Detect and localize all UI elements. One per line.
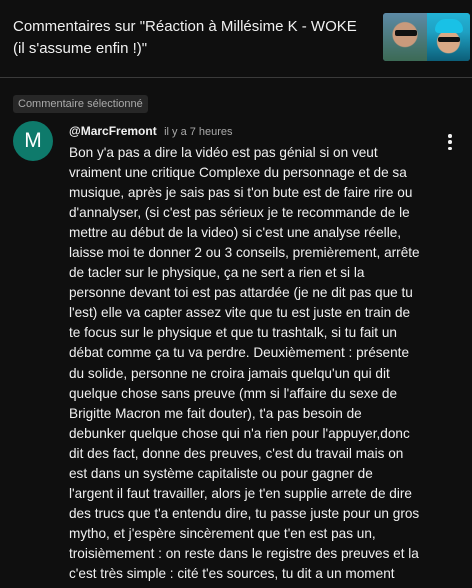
comment-line: des trucs que t'a entendu dire, tu passe… [69, 505, 420, 521]
blue-hair-graphic [435, 19, 463, 33]
comment-line: debunker quelque chose qui n'a rien pour… [69, 425, 410, 441]
comment-line: de tacler sur le physique, ça ne sert a … [69, 265, 365, 281]
comment-timestamp[interactable]: il y a 7 heures [164, 126, 232, 138]
comment-line: du solide, personne ne croira jamais que… [69, 365, 390, 381]
comment-line: quelque chose sans preuve (mm si l'affai… [69, 385, 398, 401]
dot [448, 140, 452, 144]
comment-meta: @MarcFremont il y a 7 heures [69, 123, 233, 139]
panel-header: Commentaires sur "Réaction à Millésime K… [0, 0, 472, 78]
thumbnail-person-left [383, 13, 427, 61]
comment-line: troisièmement : on reste dans le registr… [69, 545, 419, 561]
sunglasses-graphic [395, 30, 417, 36]
avatar[interactable]: M [13, 121, 53, 161]
comment-line: l'est) elle va capter assez vite que tu … [69, 305, 411, 321]
comment-line: mytho, et j'espère sincèrement que t'en … [69, 525, 376, 541]
comment-line: débat comme ça tu va perdre. Deuxièmemen… [69, 345, 410, 361]
comment-line: est dans un système capitaliste ou pour … [69, 465, 373, 481]
dot [448, 134, 452, 138]
comment-line: dit des fact, donne des preuves, c'est d… [69, 445, 404, 461]
comment-panel: Commentaires sur "Réaction à Millésime K… [0, 0, 472, 588]
comment-line: l'argent il faut travailler, alors je t'… [69, 485, 412, 501]
header-title: Commentaires sur "Réaction à Millésime K… [13, 18, 357, 57]
comment-line: c'est très simple : cité t'es sources, t… [69, 565, 395, 581]
more-actions-icon[interactable] [440, 131, 460, 153]
comment-line: mettre au début de la video) si c'est un… [69, 225, 402, 241]
comment-line: musique, après je sais pas si t'on bute … [69, 185, 413, 201]
comment-line: te focus sur le physique et que tu trash… [69, 325, 397, 341]
comment-line: vraiment une critique Complexe du person… [69, 165, 407, 181]
dot [448, 146, 452, 150]
author-handle[interactable]: @MarcFremont [69, 124, 157, 138]
comment-text: Bon y'a pas a dire la vidéo est pas géni… [69, 143, 432, 584]
comment-line: personne devant toi est pas attardée (je… [69, 285, 413, 301]
sunglasses-graphic-2 [438, 37, 460, 42]
video-thumbnail[interactable] [383, 13, 470, 61]
comment-line: Brigitte Macron me fait douter), t'a pas… [69, 405, 362, 421]
comment-line: d'annalyser, (si c'est pas sérieux je te… [69, 205, 410, 221]
selected-comment-badge: Commentaire sélectionné [13, 95, 148, 113]
comment-line: laisse moi te donner 2 ou 3 conseils, pr… [69, 245, 420, 261]
comment-line: Bon y'a pas a dire la vidéo est pas géni… [69, 145, 378, 160]
thumbnail-person-right [427, 13, 470, 61]
